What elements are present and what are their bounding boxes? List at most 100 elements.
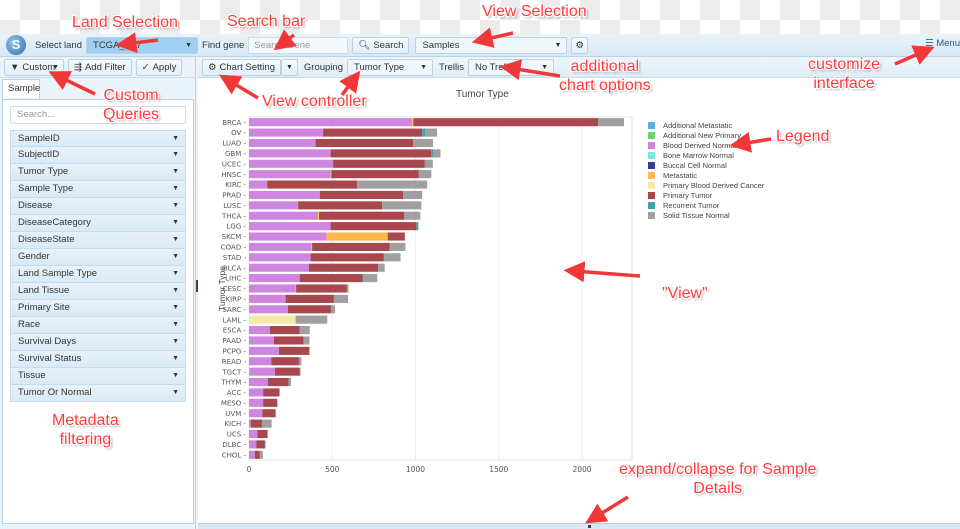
facet-label: Sample Type bbox=[18, 183, 74, 194]
facet-label: Land Tissue bbox=[18, 285, 70, 296]
bar-segment bbox=[271, 357, 299, 366]
bar-segment bbox=[323, 128, 423, 137]
facet-item[interactable]: Tumor Type ▼ bbox=[10, 164, 186, 181]
search-button-label: Search bbox=[373, 39, 404, 51]
bar-segment bbox=[249, 409, 263, 418]
y-tick-label: READ - bbox=[222, 358, 247, 366]
chevron-down-icon: ▼ bbox=[172, 185, 179, 192]
legend-label: Primary Blood Derived Cancer bbox=[663, 181, 765, 191]
facet-item[interactable]: Disease ▼ bbox=[10, 198, 186, 215]
search-gene-input[interactable]: Search Gene bbox=[248, 36, 349, 54]
bar-segment bbox=[249, 128, 324, 137]
view-select[interactable]: Samples ▼ bbox=[415, 36, 568, 54]
legend-swatch bbox=[648, 182, 655, 190]
legend-item[interactable]: Additional New Primary bbox=[648, 130, 764, 140]
x-tick-label: 0 bbox=[247, 465, 252, 474]
facet-item[interactable]: Survival Status ▼ bbox=[10, 351, 186, 368]
facet-item[interactable]: Land Tissue ▼ bbox=[10, 283, 186, 300]
y-tick-label: MESO - bbox=[221, 399, 247, 407]
bar-segment bbox=[346, 284, 349, 293]
view-settings-button[interactable]: ⚙ bbox=[571, 36, 588, 54]
add-filter-button[interactable]: ⇶ Add Filter bbox=[68, 58, 132, 76]
y-tick-label: ACC - bbox=[227, 389, 247, 397]
legend-item[interactable]: Buccal Cell Normal bbox=[648, 160, 764, 170]
legend-item[interactable]: Blood Derived Normal bbox=[648, 140, 764, 150]
sample-details-toggle-bar[interactable] bbox=[198, 523, 960, 529]
bar-segment bbox=[249, 190, 320, 200]
y-tick-label: LGG - bbox=[227, 223, 247, 231]
annotation-land-selection: Land Selection bbox=[72, 14, 178, 31]
bar-segment bbox=[263, 398, 278, 407]
bar-segment bbox=[425, 159, 433, 168]
facet-item[interactable]: Sample Type ▼ bbox=[10, 181, 186, 198]
bar-segment bbox=[330, 170, 332, 179]
facet-item[interactable]: DiseaseState ▼ bbox=[10, 232, 186, 249]
bar-segment bbox=[261, 419, 272, 428]
facet-item[interactable]: DiseaseCategory ▼ bbox=[10, 215, 186, 232]
facet-item[interactable]: Tumor Or Normal ▼ bbox=[10, 385, 186, 402]
bar-segment bbox=[424, 159, 426, 168]
legend-item[interactable]: Primary Blood Derived Cancer bbox=[648, 181, 764, 191]
legend-item[interactable]: Bone Marrow Normal bbox=[648, 150, 764, 160]
legend-item[interactable]: Primary Tumor bbox=[648, 191, 764, 201]
custom-query-button[interactable]: ▼ Custom ▼ bbox=[4, 58, 64, 76]
bar-segment bbox=[312, 242, 390, 251]
legend-item[interactable]: Solid Tissue Normal bbox=[648, 211, 764, 221]
facet-item[interactable]: SampleID ▼ bbox=[10, 130, 186, 147]
bar-segment bbox=[267, 180, 358, 189]
annotation-search-bar: Search bar bbox=[227, 13, 306, 30]
annotation-metadata-filtering: Metadata filtering bbox=[52, 412, 119, 448]
y-tick-label: KIRP - bbox=[226, 295, 247, 303]
bar-segment bbox=[249, 263, 309, 272]
bar-segment bbox=[249, 336, 274, 345]
bar-segment bbox=[300, 274, 363, 283]
y-tick-label: UCS - bbox=[227, 431, 247, 439]
annotation-view-controller: View controller bbox=[262, 93, 367, 110]
bar-segment bbox=[310, 253, 384, 262]
land-select[interactable]: TCGA_B37 ▼ bbox=[86, 36, 199, 54]
bar-segment bbox=[249, 284, 296, 293]
facet-item[interactable]: Survival Days ▼ bbox=[10, 334, 186, 351]
legend-item[interactable]: Additional Metastatic bbox=[648, 120, 764, 130]
x-tick-label: 2000 bbox=[572, 465, 591, 474]
x-tick-label: 500 bbox=[325, 465, 340, 474]
bar-segment bbox=[383, 253, 401, 262]
search-button[interactable]: 🔍︎ Search bbox=[352, 36, 410, 54]
facet-label: SampleID bbox=[18, 133, 60, 144]
legend-item[interactable]: Recurrent Tumor bbox=[648, 201, 764, 211]
y-tick-label: KIRC - bbox=[225, 181, 246, 189]
bar-segment bbox=[299, 357, 302, 366]
apply-button[interactable]: ✓ Apply bbox=[135, 58, 183, 76]
bar-segment bbox=[249, 388, 264, 397]
legend-item[interactable]: Metastatic bbox=[648, 170, 764, 180]
y-tick-label: UCEC - bbox=[222, 160, 247, 168]
facet-label: Tumor Type bbox=[18, 166, 69, 177]
facet-item[interactable]: SubjectID ▼ bbox=[10, 147, 186, 164]
facet-item[interactable]: Race ▼ bbox=[10, 317, 186, 334]
bar-segment bbox=[333, 294, 349, 303]
annotation-view: "View" bbox=[662, 285, 708, 302]
bar-segment bbox=[412, 118, 414, 127]
facet-item[interactable]: Land Sample Type ▼ bbox=[10, 266, 186, 283]
legend-label: Primary Tumor bbox=[663, 191, 713, 201]
bar-segment bbox=[249, 326, 270, 335]
bar-segment bbox=[333, 159, 425, 168]
facet-item[interactable]: Tissue ▼ bbox=[10, 368, 186, 385]
bar-segment bbox=[249, 149, 331, 158]
chevron-down-icon: ▼ bbox=[172, 355, 179, 362]
bar-segment bbox=[249, 222, 331, 231]
facet-search-input[interactable]: Search... bbox=[10, 106, 186, 124]
apply-label: Apply bbox=[152, 61, 177, 73]
expand-collapse-handle[interactable] bbox=[588, 525, 591, 528]
facet-item[interactable]: Primary Site ▼ bbox=[10, 300, 186, 317]
chevron-down-icon: ▼ bbox=[172, 270, 179, 277]
legend-label: Bone Marrow Normal bbox=[663, 150, 734, 160]
bar-segment bbox=[378, 263, 385, 272]
legend-swatch bbox=[648, 212, 655, 220]
bar-segment bbox=[287, 305, 331, 314]
facet-item[interactable]: Gender ▼ bbox=[10, 249, 186, 266]
tab-sample-label: Sample bbox=[8, 83, 41, 94]
tab-sample[interactable]: Sample bbox=[2, 79, 40, 98]
menu-button[interactable]: ☰ Menu bbox=[925, 38, 960, 49]
bar-segment bbox=[249, 440, 257, 449]
